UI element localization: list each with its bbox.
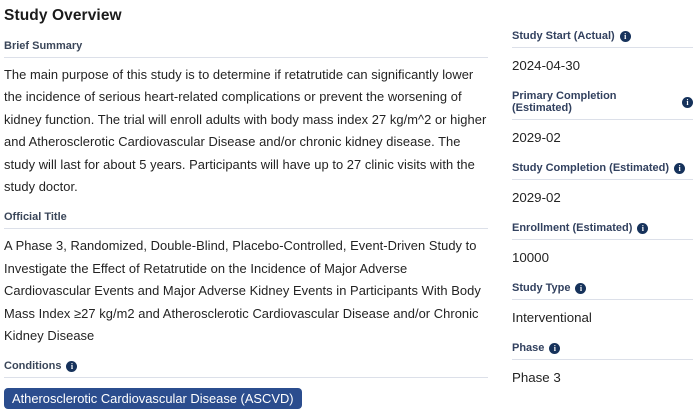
condition-badge-ascvd[interactable]: Atherosclerotic Cardiovascular Disease (…: [4, 388, 302, 409]
official-title-text: A Phase 3, Randomized, Double-Blind, Pla…: [4, 235, 488, 347]
field-label: Study Start (Actual): [512, 30, 615, 42]
section-conditions: Conditions i Atherosclerotic Cardiovascu…: [4, 360, 488, 417]
field-enrollment: Enrollment (Estimated) i 10000: [512, 222, 693, 265]
section-brief-summary: Brief Summary The main purpose of this s…: [4, 40, 488, 198]
condition-badges: Atherosclerotic Cardiovascular Disease (…: [4, 388, 488, 417]
section-label-official-title: Official Title: [4, 211, 488, 229]
field-value: Interventional: [512, 310, 693, 325]
study-details-sidebar: Study Start (Actual) i 2024-04-30 Primar…: [512, 0, 693, 417]
info-icon[interactable]: i: [575, 283, 586, 294]
field-study-completion: Study Completion (Estimated) i 2029-02: [512, 162, 693, 205]
brief-summary-text: The main purpose of this study is to det…: [4, 64, 488, 198]
field-value: 10000: [512, 250, 693, 265]
field-label: Primary Completion (Estimated): [512, 90, 677, 114]
field-label: Study Completion (Estimated): [512, 162, 669, 174]
field-value: 2024-04-30: [512, 58, 693, 73]
field-primary-completion: Primary Completion (Estimated) i 2029-02: [512, 90, 693, 145]
field-study-type: Study Type i Interventional: [512, 282, 693, 325]
info-icon[interactable]: i: [549, 343, 560, 354]
info-icon[interactable]: i: [620, 31, 631, 42]
info-icon[interactable]: i: [637, 223, 648, 234]
field-label: Enrollment (Estimated): [512, 222, 632, 234]
study-overview-page: Study Overview Brief Summary The main pu…: [0, 0, 693, 417]
section-label-conditions: Conditions i: [4, 360, 488, 378]
main-column: Study Overview Brief Summary The main pu…: [4, 0, 488, 417]
info-icon[interactable]: i: [66, 361, 77, 372]
field-value: 2029-02: [512, 190, 693, 205]
field-phase: Phase i Phase 3: [512, 342, 693, 385]
field-label: Phase: [512, 342, 544, 354]
info-icon[interactable]: i: [682, 97, 693, 108]
field-value: 2029-02: [512, 130, 693, 145]
official-title-label: Official Title: [4, 211, 67, 223]
field-label: Study Type: [512, 282, 570, 294]
field-value: Phase 3: [512, 370, 693, 385]
field-study-start: Study Start (Actual) i 2024-04-30: [512, 30, 693, 73]
info-icon[interactable]: i: [674, 163, 685, 174]
brief-summary-label: Brief Summary: [4, 40, 82, 52]
section-official-title: Official Title A Phase 3, Randomized, Do…: [4, 211, 488, 347]
conditions-label: Conditions: [4, 360, 61, 372]
section-label-brief-summary: Brief Summary: [4, 40, 488, 58]
page-title: Study Overview: [4, 7, 488, 25]
